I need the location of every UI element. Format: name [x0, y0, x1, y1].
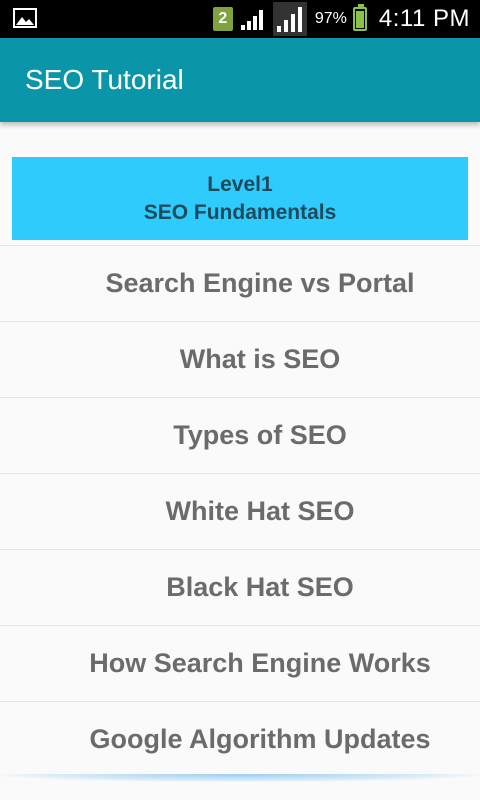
- list-item-label: What is SEO: [179, 344, 341, 374]
- list-item-label: Black Hat SEO: [166, 572, 354, 602]
- status-bar: 2 97% 4:11 PM: [0, 0, 480, 38]
- status-icons: 2 97% 4:11 PM: [212, 0, 470, 38]
- level-card[interactable]: Level1 SEO Fundamentals: [12, 157, 468, 240]
- list-item-label: White Hat SEO: [165, 496, 355, 526]
- topic-list: Search Engine vs Portal What is SEO Type…: [0, 245, 480, 777]
- list-item-label: Google Algorithm Updates: [89, 724, 431, 754]
- list-item-how-search-engine-works[interactable]: How Search Engine Works: [0, 625, 480, 701]
- app-title: SEO Tutorial: [25, 64, 184, 95]
- list-item-types-of-seo[interactable]: Types of SEO: [0, 397, 480, 473]
- list-item-label: Search Engine vs Portal: [105, 268, 415, 298]
- list-item-label: How Search Engine Works: [89, 648, 431, 678]
- battery-icon: [352, 4, 367, 31]
- list-item-search-engine-vs-portal[interactable]: Search Engine vs Portal: [0, 245, 480, 321]
- overscroll-glow: [0, 774, 480, 782]
- level-title: SEO Fundamentals: [143, 200, 337, 224]
- list-item-label: Types of SEO: [173, 420, 347, 450]
- status-time: 4:11 PM: [378, 5, 470, 32]
- signal-icon-2: [272, 2, 307, 36]
- gallery-icon: [13, 8, 37, 28]
- list-item-white-hat-seo[interactable]: White Hat SEO: [0, 473, 480, 549]
- level-label: Level1: [207, 172, 273, 196]
- list-item-black-hat-seo[interactable]: Black Hat SEO: [0, 549, 480, 625]
- content[interactable]: Level1 SEO Fundamentals Search Engine vs…: [0, 122, 480, 800]
- list-item-google-algorithm-updates[interactable]: Google Algorithm Updates: [0, 701, 480, 777]
- notification-badge-icon: 2: [212, 7, 233, 31]
- app-bar: SEO Tutorial: [0, 38, 480, 122]
- battery-percent: 97%: [314, 10, 347, 27]
- signal-icon: [239, 7, 267, 31]
- list-item-what-is-seo[interactable]: What is SEO: [0, 321, 480, 397]
- battery-fill: [355, 10, 364, 28]
